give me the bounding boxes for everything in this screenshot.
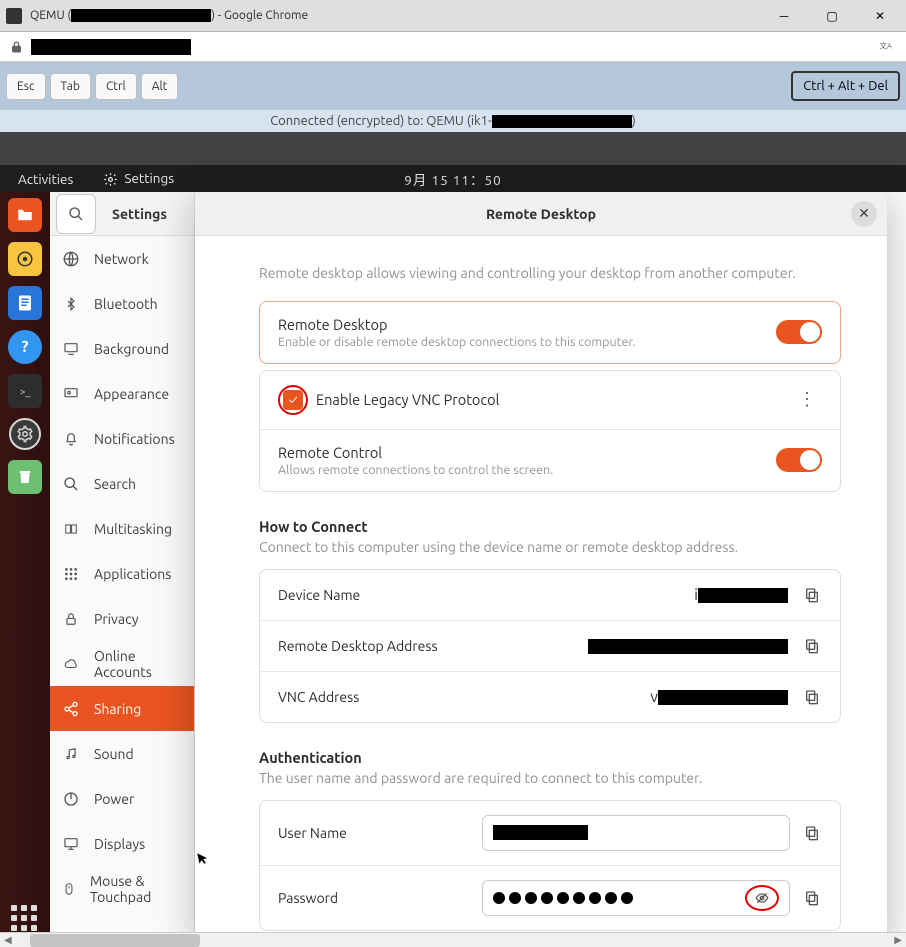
multitask-icon bbox=[62, 520, 80, 538]
dialog-description: Remote desktop allows viewing and contro… bbox=[259, 264, 841, 283]
sidebar-item-applications[interactable]: Applications bbox=[50, 551, 194, 596]
cloud-icon bbox=[62, 655, 80, 673]
auth-heading: Authentication bbox=[259, 749, 841, 766]
sidebar-item-notifications[interactable]: Notifications bbox=[50, 416, 194, 461]
ctrl-alt-del-button[interactable]: Ctrl + Alt + Del bbox=[791, 71, 900, 101]
ubuntu-dock: ? >_ bbox=[0, 192, 50, 947]
dock-terminal-icon[interactable]: >_ bbox=[8, 374, 42, 408]
window-title: QEMU () - Google Chrome bbox=[30, 9, 308, 22]
sidebar-item-network[interactable]: Network bbox=[50, 236, 194, 281]
sidebar-item-sharing[interactable]: Sharing bbox=[50, 686, 194, 731]
favicon bbox=[6, 8, 22, 24]
translate-icon[interactable]: 文A bbox=[878, 38, 896, 56]
legacy-vnc-checkbox[interactable]: ✓ bbox=[283, 390, 303, 410]
apps-icon bbox=[62, 565, 80, 583]
device-name-value: i bbox=[486, 586, 796, 604]
sidebar-item-bluetooth[interactable]: Bluetooth bbox=[50, 281, 194, 326]
remote-desktop-card: Remote Desktop Enable or disable remote … bbox=[259, 301, 841, 364]
dialog-title: Remote Desktop bbox=[486, 206, 596, 222]
remote-screen: Activities Settings 9月 15 11：50 ? >_ bbox=[0, 132, 906, 947]
sidebar-item-privacy[interactable]: Privacy bbox=[50, 596, 194, 641]
sidebar-item-appearance[interactable]: Appearance bbox=[50, 371, 194, 416]
remote-desktop-toggle[interactable] bbox=[776, 320, 822, 344]
gear-icon bbox=[103, 172, 118, 187]
copy-username-button[interactable] bbox=[804, 824, 822, 842]
novnc-status: Connected (encrypted) to: QEMU (ik1-) bbox=[0, 110, 906, 132]
sidebar-item-sound[interactable]: Sound bbox=[50, 731, 194, 776]
novnc-toolbar: Esc Tab Ctrl Alt Ctrl + Alt + Del bbox=[0, 62, 906, 110]
remote-desktop-label: Remote Desktop bbox=[278, 316, 764, 333]
copy-device-name-button[interactable] bbox=[804, 586, 822, 604]
username-input[interactable] bbox=[482, 815, 790, 851]
gnome-topbar[interactable]: Activities Settings 9月 15 11：50 bbox=[0, 165, 906, 192]
svg-text:文A: 文A bbox=[880, 40, 892, 50]
dock-rhythmbox-icon[interactable] bbox=[8, 242, 42, 276]
annotation-circle bbox=[745, 885, 779, 911]
copy-password-button[interactable] bbox=[804, 889, 822, 907]
minimize-button[interactable]: ─ bbox=[764, 0, 804, 32]
music-icon bbox=[62, 745, 80, 763]
bell-icon bbox=[62, 430, 80, 448]
bluetooth-icon bbox=[62, 295, 80, 313]
globe-icon bbox=[62, 250, 80, 268]
dialog-close-button[interactable]: ✕ bbox=[851, 201, 877, 227]
show-password-button[interactable] bbox=[753, 891, 771, 905]
esc-key-button[interactable]: Esc bbox=[6, 73, 46, 100]
alt-key-button[interactable]: Alt bbox=[141, 73, 179, 100]
lock-icon bbox=[62, 610, 80, 628]
copy-rdp-address-button[interactable] bbox=[804, 637, 822, 655]
close-window-button[interactable]: ✕ bbox=[860, 0, 900, 32]
sidebar-item-search[interactable]: Search bbox=[50, 461, 194, 506]
howto-heading: How to Connect bbox=[259, 518, 841, 535]
scrollbar-thumb[interactable] bbox=[30, 934, 200, 947]
search-button[interactable] bbox=[56, 194, 96, 234]
tab-key-button[interactable]: Tab bbox=[50, 73, 91, 100]
vnc-address-value: v bbox=[486, 688, 796, 706]
topbar-app-indicator[interactable]: Settings bbox=[103, 170, 174, 187]
monitor-icon bbox=[62, 835, 80, 853]
search-icon bbox=[62, 475, 80, 493]
remote-desktop-dialog: Remote Desktop ✕ Remote desktop allows v… bbox=[195, 192, 887, 946]
dock-help-icon[interactable]: ? bbox=[8, 330, 42, 364]
annotation-circle: ✓ bbox=[278, 385, 308, 415]
rdp-address-value bbox=[486, 637, 796, 655]
dock-apps-grid-icon[interactable] bbox=[11, 905, 39, 933]
settings-sidebar: Settings Network Bluetooth Background Ap… bbox=[50, 192, 195, 947]
sidebar-item-power[interactable]: Power bbox=[50, 776, 194, 821]
sidebar-item-displays[interactable]: Displays bbox=[50, 821, 194, 866]
sidebar-item-multitasking[interactable]: Multitasking bbox=[50, 506, 194, 551]
password-input[interactable] bbox=[482, 880, 790, 916]
remote-control-label: Remote Control bbox=[278, 444, 764, 461]
dock-libreoffice-icon[interactable] bbox=[8, 286, 42, 320]
sidebar-item-mouse[interactable]: Mouse & Touchpad bbox=[50, 866, 194, 911]
sidebar-item-online-accounts[interactable]: Online Accounts bbox=[50, 641, 194, 686]
dock-settings-icon[interactable] bbox=[9, 418, 41, 450]
dock-files-icon[interactable] bbox=[8, 198, 42, 232]
connect-info-card: Device Name i Remote Desktop Address VNC… bbox=[259, 569, 841, 723]
share-icon bbox=[62, 700, 80, 718]
lock-icon bbox=[10, 40, 23, 54]
address-bar[interactable]: 文A bbox=[0, 32, 906, 62]
chrome-titlebar: QEMU () - Google Chrome ─ ▢ ✕ bbox=[0, 0, 906, 32]
ctrl-key-button[interactable]: Ctrl bbox=[95, 73, 137, 100]
legacy-vnc-menu-button[interactable]: ⋮ bbox=[792, 389, 822, 410]
appearance-icon bbox=[62, 385, 80, 403]
auth-card: User Name Password bbox=[259, 800, 841, 931]
clock[interactable]: 9月 15 11：50 bbox=[404, 169, 501, 189]
sidebar-item-background[interactable]: Background bbox=[50, 326, 194, 371]
options-card: ✓ Enable Legacy VNC Protocol ⋮ Remote Co… bbox=[259, 370, 841, 492]
dock-trash-icon[interactable] bbox=[8, 460, 42, 494]
copy-vnc-address-button[interactable] bbox=[804, 688, 822, 706]
maximize-button[interactable]: ▢ bbox=[812, 0, 852, 32]
display-icon bbox=[62, 340, 80, 358]
power-icon bbox=[62, 790, 80, 808]
horizontal-scrollbar[interactable]: ◀ ▶ bbox=[0, 932, 906, 947]
remote-control-toggle[interactable] bbox=[776, 448, 822, 472]
settings-title: Settings bbox=[102, 206, 194, 222]
activities-button[interactable]: Activities bbox=[18, 171, 73, 187]
mouse-icon bbox=[62, 880, 76, 898]
